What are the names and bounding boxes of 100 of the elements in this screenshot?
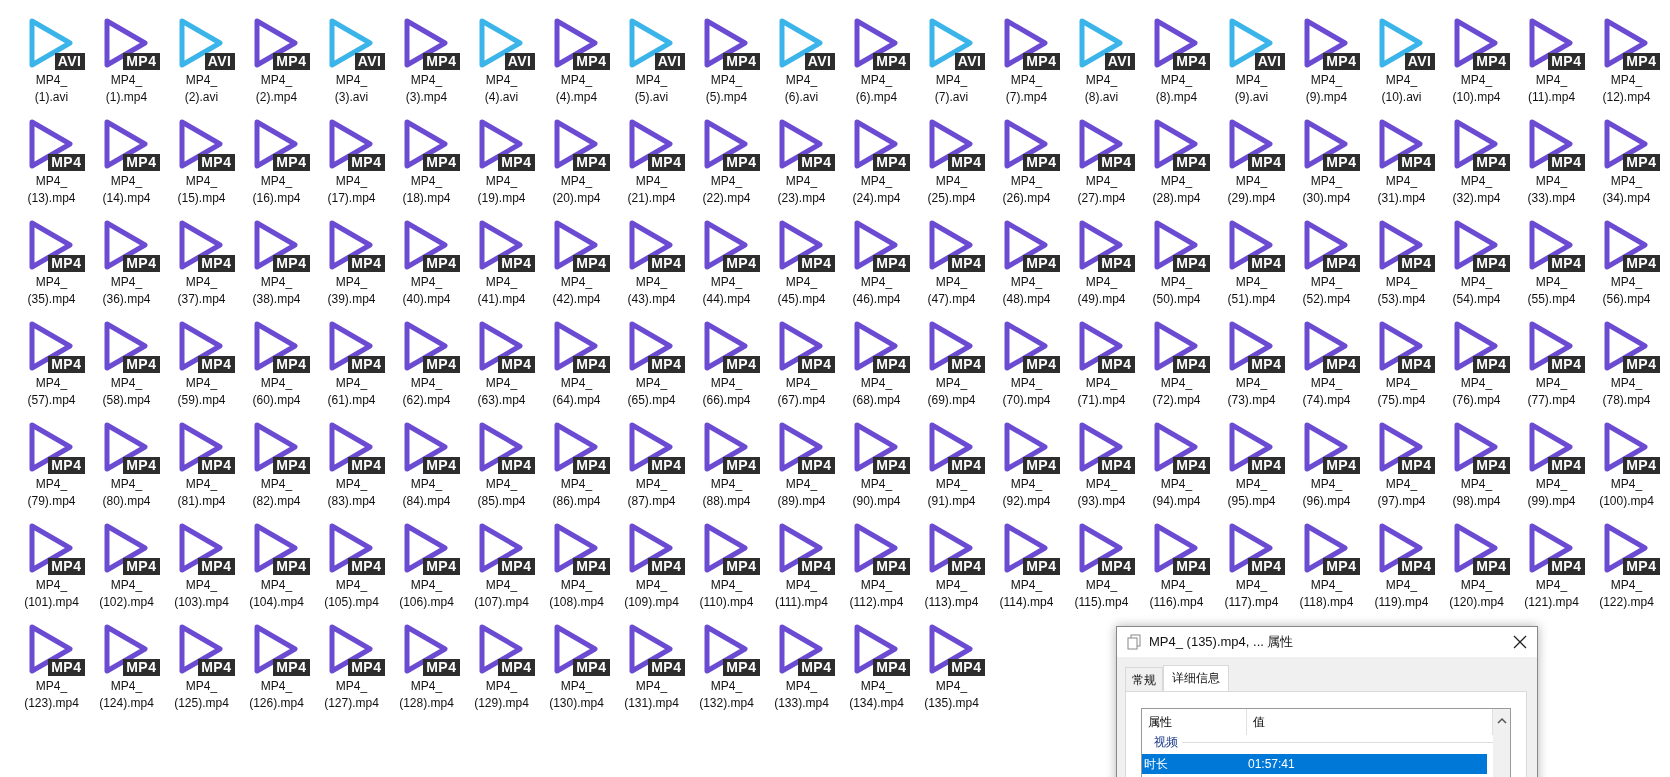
file-name[interactable]: MP4_ (9).mp4 (1293, 72, 1360, 106)
file-name[interactable]: MP4_ (62).mp4 (393, 375, 460, 409)
file-name[interactable]: MP4_ (59).mp4 (168, 375, 235, 409)
file-name[interactable]: MP4_ (133).mp4 (768, 678, 835, 712)
file-name[interactable]: MP4_ (72).mp4 (1143, 375, 1210, 409)
file-name[interactable]: MP4_ (3).mp4 (393, 72, 460, 106)
file-name[interactable]: MP4_ (63).mp4 (468, 375, 535, 409)
file-name[interactable]: MP4_ (48).mp4 (993, 274, 1060, 308)
file-name[interactable]: MP4_ (23).mp4 (768, 173, 835, 207)
file-name[interactable]: MP4_ (91).mp4 (918, 476, 985, 510)
file-name[interactable]: MP4_ (12).mp4 (1593, 72, 1660, 106)
file-name[interactable]: MP4_ (116).mp4 (1143, 577, 1210, 611)
file-name[interactable]: MP4_ (39).mp4 (318, 274, 385, 308)
file-name[interactable]: MP4_ (58).mp4 (93, 375, 160, 409)
file-name[interactable]: MP4_ (17).mp4 (318, 173, 385, 207)
file-name[interactable]: MP4_ (85).mp4 (468, 476, 535, 510)
file-name[interactable]: MP4_ (4).avi (468, 72, 535, 106)
file-name[interactable]: MP4_ (51).mp4 (1218, 274, 1285, 308)
file-name[interactable]: MP4_ (47).mp4 (918, 274, 985, 308)
file-name[interactable]: MP4_ (1).mp4 (93, 72, 160, 106)
file-name[interactable]: MP4_ (90).mp4 (843, 476, 910, 510)
file-name[interactable]: MP4_ (99).mp4 (1518, 476, 1585, 510)
file-name[interactable]: MP4_ (32).mp4 (1443, 173, 1510, 207)
file-name[interactable]: MP4_ (4).mp4 (543, 72, 610, 106)
file-name[interactable]: MP4_ (121).mp4 (1518, 577, 1585, 611)
file-name[interactable]: MP4_ (125).mp4 (168, 678, 235, 712)
file-name[interactable]: MP4_ (114).mp4 (993, 577, 1060, 611)
file-name[interactable]: MP4_ (57).mp4 (18, 375, 85, 409)
close-icon[interactable] (1513, 635, 1527, 649)
file-name[interactable]: MP4_ (108).mp4 (543, 577, 610, 611)
file-name[interactable]: MP4_ (24).mp4 (843, 173, 910, 207)
file-name[interactable]: MP4_ (75).mp4 (1368, 375, 1435, 409)
file-name[interactable]: MP4_ (61).mp4 (318, 375, 385, 409)
file-name[interactable]: MP4_ (100).mp4 (1593, 476, 1660, 510)
file-name[interactable]: MP4_ (35).mp4 (18, 274, 85, 308)
file-name[interactable]: MP4_ (43).mp4 (618, 274, 685, 308)
file-name[interactable]: MP4_ (126).mp4 (243, 678, 310, 712)
file-name[interactable]: MP4_ (45).mp4 (768, 274, 835, 308)
file-name[interactable]: MP4_ (102).mp4 (93, 577, 160, 611)
file-name[interactable]: MP4_ (98).mp4 (1443, 476, 1510, 510)
file-name[interactable]: MP4_ (134).mp4 (843, 678, 910, 712)
file-name[interactable]: MP4_ (1).avi (18, 72, 85, 106)
tab[interactable]: 详细信息 (1163, 665, 1229, 691)
file-name[interactable]: MP4_ (10).avi (1368, 72, 1435, 106)
file-name[interactable]: MP4_ (6).mp4 (843, 72, 910, 106)
file-name[interactable]: MP4_ (128).mp4 (393, 678, 460, 712)
file-name[interactable]: MP4_ (14).mp4 (93, 173, 160, 207)
file-name[interactable]: MP4_ (5).avi (618, 72, 685, 106)
file-name[interactable]: MP4_ (88).mp4 (693, 476, 760, 510)
file-name[interactable]: MP4_ (97).mp4 (1368, 476, 1435, 510)
file-name[interactable]: MP4_ (110).mp4 (693, 577, 760, 611)
file-name[interactable]: MP4_ (7).avi (918, 72, 985, 106)
file-name[interactable]: MP4_ (68).mp4 (843, 375, 910, 409)
file-name[interactable]: MP4_ (67).mp4 (768, 375, 835, 409)
file-name[interactable]: MP4_ (28).mp4 (1143, 173, 1210, 207)
file-name[interactable]: MP4_ (52).mp4 (1293, 274, 1360, 308)
file-name[interactable]: MP4_ (44).mp4 (693, 274, 760, 308)
file-name[interactable]: MP4_ (105).mp4 (318, 577, 385, 611)
file-name[interactable]: MP4_ (7).mp4 (993, 72, 1060, 106)
file-name[interactable]: MP4_ (13).mp4 (18, 173, 85, 207)
file-name[interactable]: MP4_ (130).mp4 (543, 678, 610, 712)
file-name[interactable]: MP4_ (122).mp4 (1593, 577, 1660, 611)
file-name[interactable]: MP4_ (86).mp4 (543, 476, 610, 510)
file-name[interactable]: MP4_ (77).mp4 (1518, 375, 1585, 409)
file-name[interactable]: MP4_ (124).mp4 (93, 678, 160, 712)
file-name[interactable]: MP4_ (54).mp4 (1443, 274, 1510, 308)
file-name[interactable]: MP4_ (106).mp4 (393, 577, 460, 611)
file-name[interactable]: MP4_ (26).mp4 (993, 173, 1060, 207)
file-name[interactable]: MP4_ (30).mp4 (1293, 173, 1360, 207)
file-name[interactable]: MP4_ (129).mp4 (468, 678, 535, 712)
file-name[interactable]: MP4_ (117).mp4 (1218, 577, 1285, 611)
file-name[interactable]: MP4_ (127).mp4 (318, 678, 385, 712)
file-name[interactable]: MP4_ (15).mp4 (168, 173, 235, 207)
file-name[interactable]: MP4_ (123).mp4 (18, 678, 85, 712)
file-name[interactable]: MP4_ (2).mp4 (243, 72, 310, 106)
file-name[interactable]: MP4_ (21).mp4 (618, 173, 685, 207)
file-name[interactable]: MP4_ (18).mp4 (393, 173, 460, 207)
file-name[interactable]: MP4_ (19).mp4 (468, 173, 535, 207)
file-name[interactable]: MP4_ (65).mp4 (618, 375, 685, 409)
file-name[interactable]: MP4_ (2).avi (168, 72, 235, 106)
file-name[interactable]: MP4_ (82).mp4 (243, 476, 310, 510)
file-name[interactable]: MP4_ (83).mp4 (318, 476, 385, 510)
file-name[interactable]: MP4_ (81).mp4 (168, 476, 235, 510)
file-name[interactable]: MP4_ (115).mp4 (1068, 577, 1135, 611)
file-name[interactable]: MP4_ (113).mp4 (918, 577, 985, 611)
file-name[interactable]: MP4_ (20).mp4 (543, 173, 610, 207)
file-name[interactable]: MP4_ (9).avi (1218, 72, 1285, 106)
file-name[interactable]: MP4_ (40).mp4 (393, 274, 460, 308)
file-name[interactable]: MP4_ (33).mp4 (1518, 173, 1585, 207)
file-name[interactable]: MP4_ (109).mp4 (618, 577, 685, 611)
file-name[interactable]: MP4_ (53).mp4 (1368, 274, 1435, 308)
file-name[interactable]: MP4_ (76).mp4 (1443, 375, 1510, 409)
file-name[interactable]: MP4_ (135).mp4 (918, 678, 985, 712)
file-name[interactable]: MP4_ (46).mp4 (843, 274, 910, 308)
file-name[interactable]: MP4_ (10).mp4 (1443, 72, 1510, 106)
file-name[interactable]: MP4_ (36).mp4 (93, 274, 160, 308)
file-name[interactable]: MP4_ (64).mp4 (543, 375, 610, 409)
file-name[interactable]: MP4_ (29).mp4 (1218, 173, 1285, 207)
file-name[interactable]: MP4_ (66).mp4 (693, 375, 760, 409)
file-name[interactable]: MP4_ (132).mp4 (693, 678, 760, 712)
